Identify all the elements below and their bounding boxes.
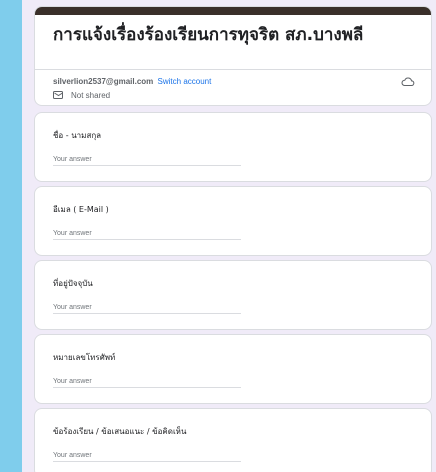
form-page: การแจ้งเรื่องร้องเรียนการทุจริต สภ.บางพล…: [22, 0, 436, 472]
not-shared-label: Not shared: [71, 91, 111, 100]
theme-color-bar: [35, 7, 431, 15]
question-card-complaint: ข้อร้องเรียน / ข้อเสนอแนะ / ข้อคิดเห็น: [34, 408, 432, 472]
question-label: อีเมล ( E-Mail ): [53, 205, 109, 214]
divider: [35, 69, 431, 70]
switch-account-link[interactable]: Switch account: [158, 77, 212, 86]
question-card-name: ชื่อ - นามสกุล: [34, 112, 432, 182]
question-label: ข้อร้องเรียน / ข้อเสนอแนะ / ข้อคิดเห็น: [53, 427, 187, 436]
phone-answer-input[interactable]: [53, 376, 241, 388]
form-header-card: การแจ้งเรื่องร้องเรียนการทุจริต สภ.บางพล…: [34, 6, 432, 106]
cloud-saved-icon: [401, 77, 415, 87]
question-label: หมายเลขโทรศัพท์: [53, 353, 116, 362]
not-shared-row: Not shared: [53, 91, 110, 100]
form-title: การแจ้งเรื่องร้องเรียนการทุจริต สภ.บางพล…: [53, 25, 364, 45]
question-card-phone: หมายเลขโทรศัพท์: [34, 334, 432, 404]
question-label: ที่อยู่ปัจจุบัน: [53, 279, 93, 288]
question-card-address: ที่อยู่ปัจจุบัน: [34, 260, 432, 330]
address-answer-input[interactable]: [53, 302, 241, 314]
not-shared-icon: [53, 91, 63, 99]
account-info: silverlion2537@gmail.com Switch account: [53, 77, 211, 86]
question-card-email: อีเมล ( E-Mail ): [34, 186, 432, 256]
complaint-answer-input[interactable]: [53, 450, 241, 462]
question-label: ชื่อ - นามสกุล: [53, 131, 102, 140]
name-answer-input[interactable]: [53, 154, 241, 166]
email-answer-input[interactable]: [53, 228, 241, 240]
account-email: silverlion2537@gmail.com: [53, 77, 154, 86]
